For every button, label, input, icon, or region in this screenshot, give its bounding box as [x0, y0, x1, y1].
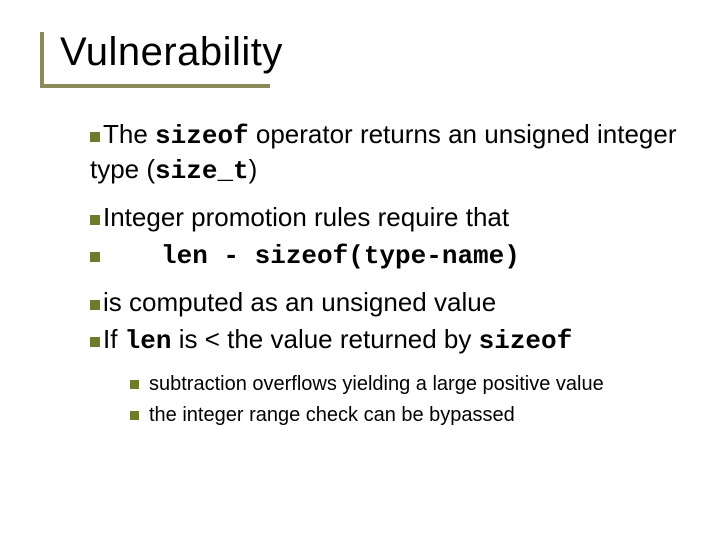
square-bullet-icon [130, 411, 139, 420]
code-span: sizeof [155, 121, 249, 151]
sub-bullet-item: the integer range check can be bypassed [130, 402, 680, 429]
text: the integer range check can be bypassed [149, 404, 515, 426]
text: is computed as an unsigned value [103, 287, 496, 317]
bullet-item: Integer promotion rules require that [90, 201, 680, 234]
code-span: sizeof [479, 326, 573, 356]
sub-bullet-item: subtraction overflows yielding a large p… [130, 371, 680, 398]
square-bullet-icon [90, 215, 100, 225]
bullet-item: is computed as an unsigned value [90, 286, 680, 319]
bullet-item: If len is < the value returned by sizeof [90, 323, 680, 358]
text: is < the value returned by [171, 324, 478, 354]
square-bullet-icon [90, 300, 100, 310]
text: The [103, 119, 155, 149]
code-span: len - sizeof(type-name) [161, 241, 520, 271]
square-bullet-icon [90, 337, 100, 347]
bullet-item-code-line: len - sizeof(type-name) [90, 238, 680, 273]
text: subtraction overflows yielding a large p… [149, 373, 604, 395]
slide-title: Vulnerability [60, 30, 283, 75]
square-bullet-icon [90, 132, 100, 142]
title-rule-horizontal [40, 84, 270, 88]
text: ) [249, 154, 258, 184]
text: Integer promotion rules require that [103, 202, 509, 232]
bullet-item: The sizeof operator returns an unsigned … [90, 118, 680, 187]
square-bullet-icon [90, 252, 100, 262]
square-bullet-icon [130, 380, 139, 389]
code-span: len [125, 326, 172, 356]
code-span: size_t [155, 156, 249, 186]
slide: Vulnerability The sizeof operator return… [0, 0, 720, 540]
text: If [103, 324, 125, 354]
slide-body: The sizeof operator returns an unsigned … [90, 118, 680, 433]
title-rule-vertical [40, 32, 44, 88]
